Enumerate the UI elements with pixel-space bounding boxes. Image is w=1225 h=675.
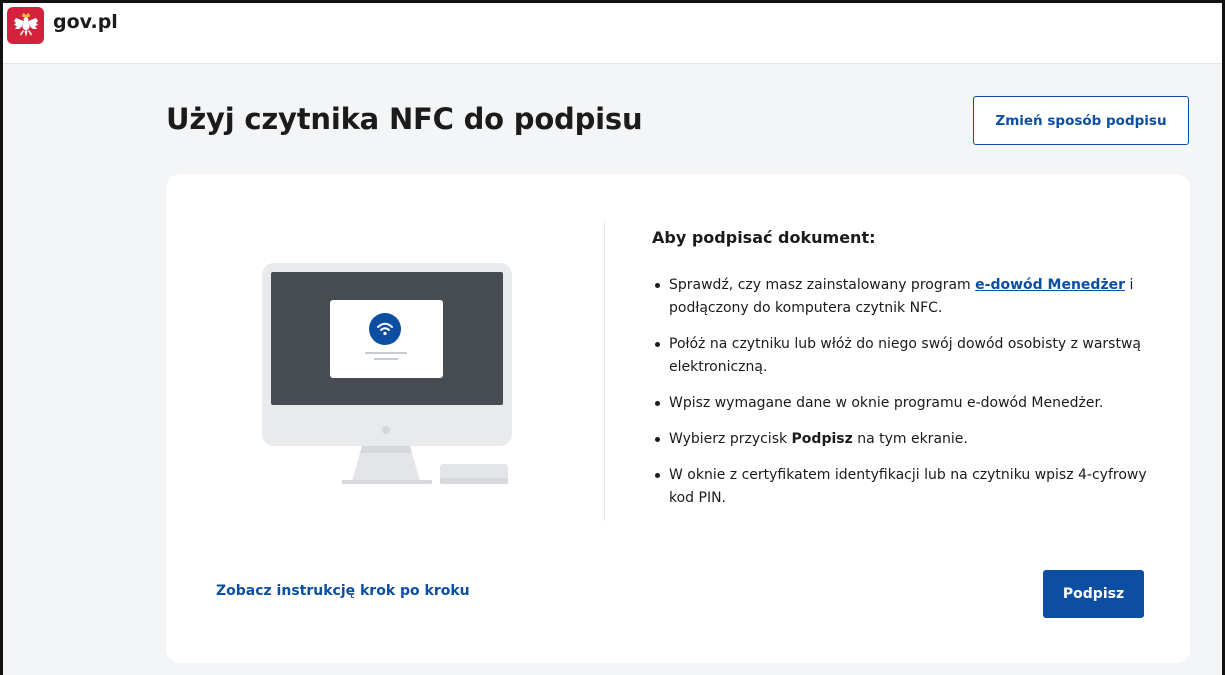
list-item: Sprawdź, czy masz zainstalowany program …: [652, 274, 1152, 320]
step-4-bold: Podpisz: [791, 431, 853, 447]
signing-card: Aby podpisać dokument: Sprawdź, czy masz…: [166, 174, 1190, 663]
govpl-logo[interactable]: gov.pl: [7, 7, 118, 44]
instructions-title: Aby podpisać dokument:: [652, 228, 876, 247]
step-by-step-instructions-link[interactable]: Zobacz instrukcję krok po kroku: [216, 583, 470, 599]
wireless-icon: [369, 313, 401, 345]
page-title: Użyj czytnika NFC do podpisu: [166, 102, 643, 136]
sign-button[interactable]: Podpisz: [1043, 570, 1144, 618]
brand-name: gov.pl: [53, 10, 118, 33]
vertical-divider: [604, 221, 605, 521]
top-bar: gov.pl: [3, 3, 1222, 64]
list-item: Wybierz przycisk Podpisz na tym ekranie.: [652, 428, 1152, 451]
nfc-computer-illustration: [256, 257, 516, 502]
app-frame: gov.pl Użyj czytnika NFC do podpisu Zmie…: [0, 0, 1225, 675]
step-1-text: Sprawdź, czy masz zainstalowany program: [669, 277, 976, 293]
list-item: Wpisz wymagane dane w oknie programu e-d…: [652, 392, 1152, 415]
instructions-list: Sprawdź, czy masz zainstalowany program …: [652, 274, 1152, 523]
change-sign-method-button[interactable]: Zmień sposób podpisu: [973, 96, 1189, 145]
list-item: Połóż na czytniku lub włóż do niego swój…: [652, 333, 1152, 379]
list-item: W oknie z certyfikatem identyfikacji lub…: [652, 464, 1152, 510]
polish-eagle-icon: [7, 7, 44, 44]
step-4-text-end: na tym ekranie.: [852, 431, 968, 447]
edowod-menedzer-link[interactable]: e-dowód Menedżer: [975, 277, 1125, 293]
step-4-text: Wybierz przycisk: [669, 431, 792, 447]
